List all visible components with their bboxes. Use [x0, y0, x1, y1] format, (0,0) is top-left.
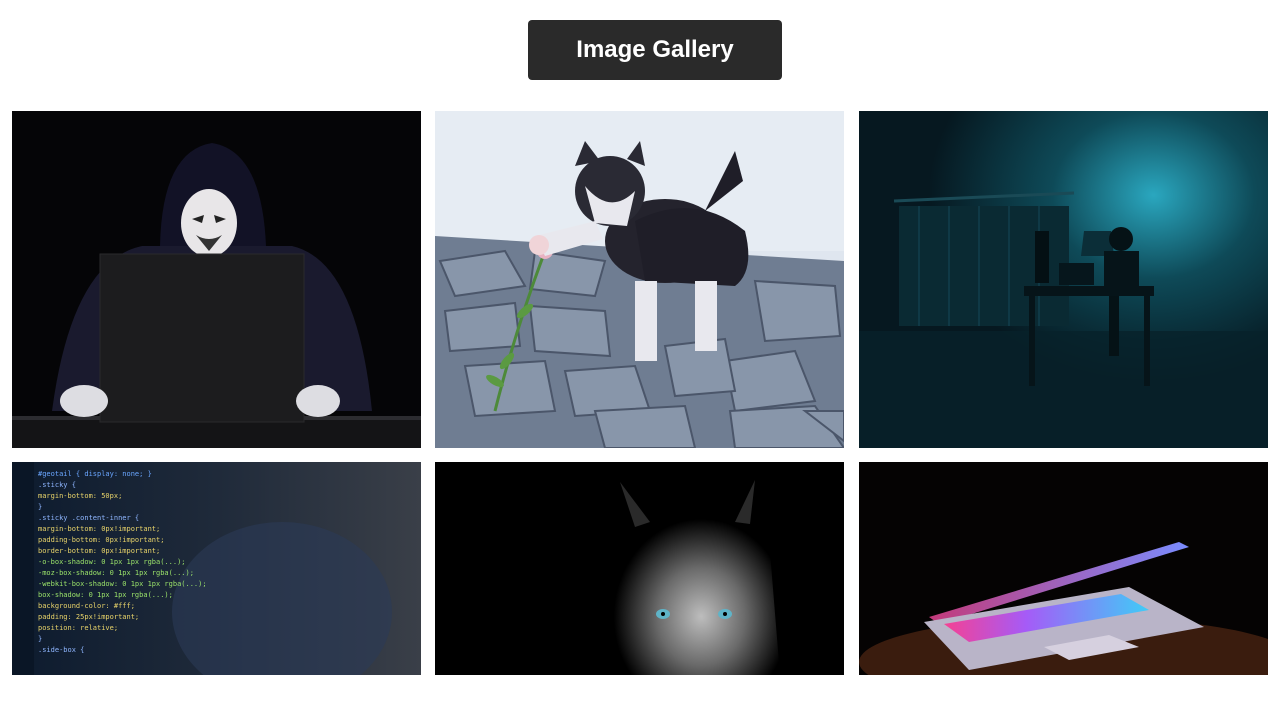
code-line: #geotail { display: none; }	[38, 470, 152, 478]
gallery-image-kitten[interactable]	[435, 111, 844, 448]
code-line: .sticky .content-inner {	[38, 514, 140, 522]
code-line: position: relative;	[38, 624, 119, 632]
gallery-title: Image Gallery	[528, 20, 782, 80]
gallery-image-hacker[interactable]	[12, 111, 421, 448]
code-line: -o-box-shadow: 0 1px 1px rgba(...);	[38, 558, 186, 566]
code-line: padding-bottom: 0px!important;	[38, 536, 165, 544]
code-line: -moz-box-shadow: 0 1px 1px rgba(...);	[38, 569, 194, 577]
code-line: padding: 25px!important;	[38, 613, 140, 621]
code-line: .sticky {	[38, 481, 76, 489]
code-line: }	[38, 635, 43, 643]
code-line: background-color: #fff;	[38, 602, 135, 610]
code-listing: #geotail { display: none; } .sticky { ma…	[38, 470, 338, 657]
code-line: margin-bottom: 0px!important;	[38, 525, 161, 533]
gallery-image-wolf[interactable]	[435, 462, 844, 675]
gallery-image-dark-room[interactable]	[859, 111, 1268, 448]
code-line: }	[38, 503, 43, 511]
code-line: box-shadow: 0 1px 1px rgba(...);	[38, 591, 173, 599]
gallery-image-laptop[interactable]	[859, 462, 1268, 675]
code-line: -webkit-box-shadow: 0 1px 1px rgba(...);	[38, 580, 207, 588]
gallery-image-code[interactable]: #geotail { display: none; } .sticky { ma…	[12, 462, 421, 675]
code-line: border-bottom: 0px!important;	[38, 547, 161, 555]
code-line: margin-bottom: 50px;	[38, 492, 123, 500]
code-line: .side-box {	[38, 646, 85, 654]
